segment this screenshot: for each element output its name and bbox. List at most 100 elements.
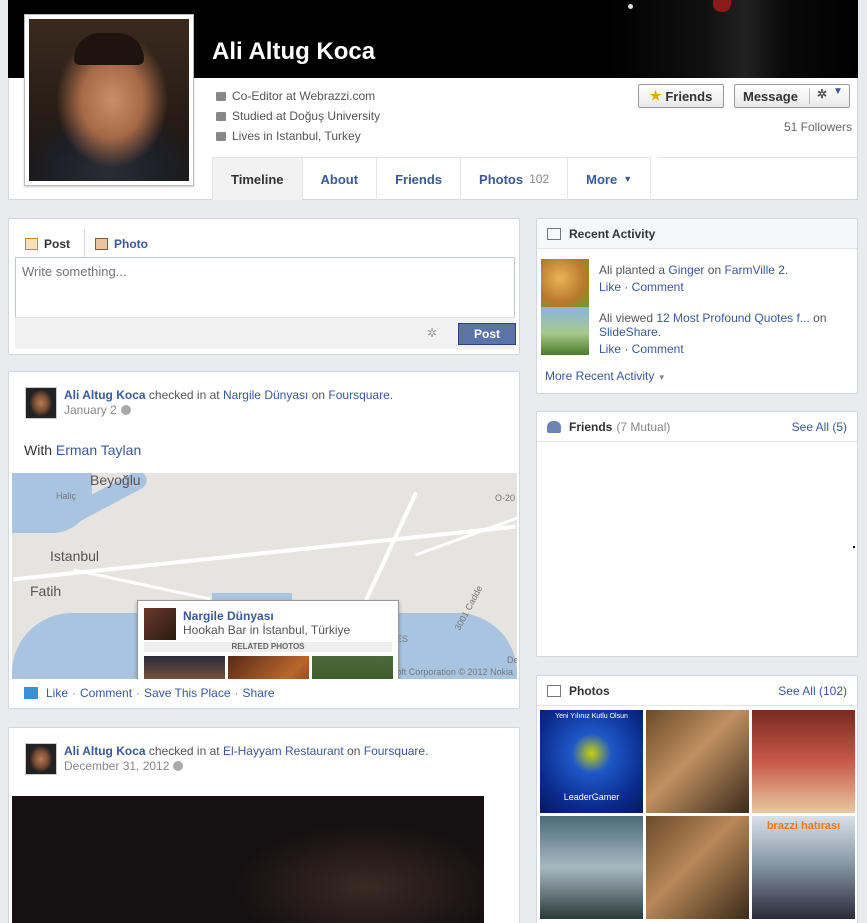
info-work-text[interactable]: Co-Editor at Webrazzi.com [232,89,375,103]
photo-thumbnail[interactable] [540,816,643,919]
chevron-down-icon[interactable]: ▼ [833,86,843,97]
place-description: Hookah Bar in İstanbul, Türkiye [183,623,351,637]
photo-thumbnail[interactable]: Yeni Yılınız Kutlu Olsun LeaderGamer [540,710,643,813]
button-separator [809,88,810,104]
more-recent-activity-link[interactable]: More Recent Activity ▼ [545,369,666,383]
tab-friends-label: Friends [395,171,443,187]
post-button[interactable]: Post [458,323,516,345]
followers-count[interactable]: 51 Followers [760,120,852,134]
composer-tab-post[interactable]: Post [25,229,80,259]
tab-about-label: About [320,171,359,187]
globe-icon [173,761,184,771]
activity-thumbnail[interactable] [541,259,589,307]
info-lives-text[interactable]: Lives in Istanbul, Turkey [232,129,361,143]
activity-actions[interactable]: Like · Comment [599,280,684,294]
photo-thumbnail[interactable] [646,710,749,813]
story-with-person[interactable]: Erman Taylan [56,442,141,458]
photos-box-title[interactable]: Photos [569,684,610,698]
story-on: on [347,744,361,758]
activity-target-link[interactable]: FarmVille 2. [724,263,788,277]
friends-box-mutual[interactable]: (7 Mutual) [616,420,670,434]
recent-activity-title: Recent Activity [569,226,656,241]
friends-box-speck [853,546,855,548]
avatar[interactable] [25,387,57,419]
info-study: Studied at Doğuş University [216,109,380,123]
composer-tab-photo[interactable]: Photo [84,229,158,259]
info-lives: Lives in Istanbul, Turkey [216,129,361,143]
cover-suit-image [608,0,858,78]
photo-thumbnail[interactable]: brazzi hatırası [752,816,855,919]
photos-box-header: Photos See All (102) [537,676,857,706]
story-place-link[interactable]: Nargile Dünyası [223,388,308,402]
map[interactable]: Beyoğlu Haliç Istanbul Fatih 3001 Cadde … [12,473,517,679]
save-place-link[interactable]: Save This Place [144,686,231,700]
story-with-label: With [24,442,52,458]
tab-photos[interactable]: Photos 102 [461,158,569,200]
map-label: O-20 [495,493,516,503]
activity-target-link[interactable]: SlideShare. [599,325,661,339]
photo-thumbnail[interactable] [646,816,749,919]
activity-mid: on [707,263,722,277]
like-link[interactable]: Like [46,686,68,700]
separator: · [234,686,239,700]
story-author[interactable]: Ali Altug Koca [64,388,146,402]
composer-tab-post-label: Post [44,237,71,251]
friends-box: Friends (7 Mutual) See All (5) [536,411,858,657]
profile-face-image [29,19,189,181]
comment-link[interactable]: Comment [80,686,132,700]
composer-tab-photo-label: Photo [114,237,149,251]
story-checkin-2: Ali Altug Koca checked in at El-Hayyam R… [8,727,520,923]
place-name[interactable]: Nargile Dünyası [183,609,274,623]
related-photo[interactable] [228,656,309,679]
photos-box: Photos See All (102) Yeni Yılınız Kutlu … [536,675,858,923]
activity-prefix: Ali viewed [599,311,654,325]
activity-object-link[interactable]: Ginger [668,263,704,277]
story-headline: Ali Altug Koca checked in at Nargile Dün… [64,388,393,402]
info-home-icon [216,131,226,141]
activity-prefix: Ali planted a [599,263,666,277]
related-photo[interactable] [144,656,225,679]
gear-icon[interactable]: ✲ [427,326,437,340]
story-date-text[interactable]: January 2 [64,403,117,417]
story-author[interactable]: Ali Altug Koca [64,744,146,758]
tab-photos-label: Photos [479,171,524,187]
info-study-text[interactable]: Studied at Doğuş University [232,109,380,123]
tab-about[interactable]: About [303,158,378,200]
friends-box-title[interactable]: Friends [569,420,612,434]
profile-name[interactable]: Ali Altug Koca [212,38,375,66]
related-photo[interactable] [312,656,393,679]
message-button[interactable]: Message ✲ ▼ [734,84,850,108]
story-photo[interactable] [12,796,484,923]
place-avatar[interactable] [144,608,176,640]
activity-item: Ali viewed 12 Most Profound Quotes f... … [541,307,855,356]
post-icon [25,238,38,250]
friends-button-label: Friends [665,88,713,104]
friends-button[interactable]: ★ Friends [638,84,724,108]
profile-picture[interactable] [24,14,194,186]
avatar[interactable] [25,743,57,775]
friends-box-header: Friends (7 Mutual) See All (5) [537,412,857,442]
activity-mid: on [813,311,827,325]
message-button-label: Message [743,88,798,104]
separator: · [72,686,77,700]
story-service-link[interactable]: Foursquare. [364,744,429,758]
activity-thumbnail[interactable] [541,307,589,355]
photo-thumbnail[interactable] [752,710,855,813]
map-label: Beyoğlu [90,473,141,488]
tab-photos-count: 102 [529,172,550,186]
story-service-link[interactable]: Foursquare. [328,388,393,402]
photos-see-all-link[interactable]: See All (102) [778,684,847,698]
gear-icon[interactable]: ✲ [817,87,827,101]
story-place-link[interactable]: El-Hayyam Restaurant [223,744,344,758]
activity-actions[interactable]: Like · Comment [599,342,684,356]
tab-more[interactable]: More ▼ [568,158,652,200]
tab-friends[interactable]: Friends [377,158,462,200]
friends-see-all-link[interactable]: See All (5) [792,420,847,434]
story-date: January 2 [64,403,131,417]
map-label: Haliç [56,491,77,501]
story-date-text[interactable]: December 31, 2012 [64,759,169,773]
tab-timeline[interactable]: Timeline [212,158,303,200]
story-on: on [311,388,326,402]
share-link[interactable]: Share [243,686,275,700]
activity-object-link[interactable]: 12 Most Profound Quotes f... [656,311,809,325]
